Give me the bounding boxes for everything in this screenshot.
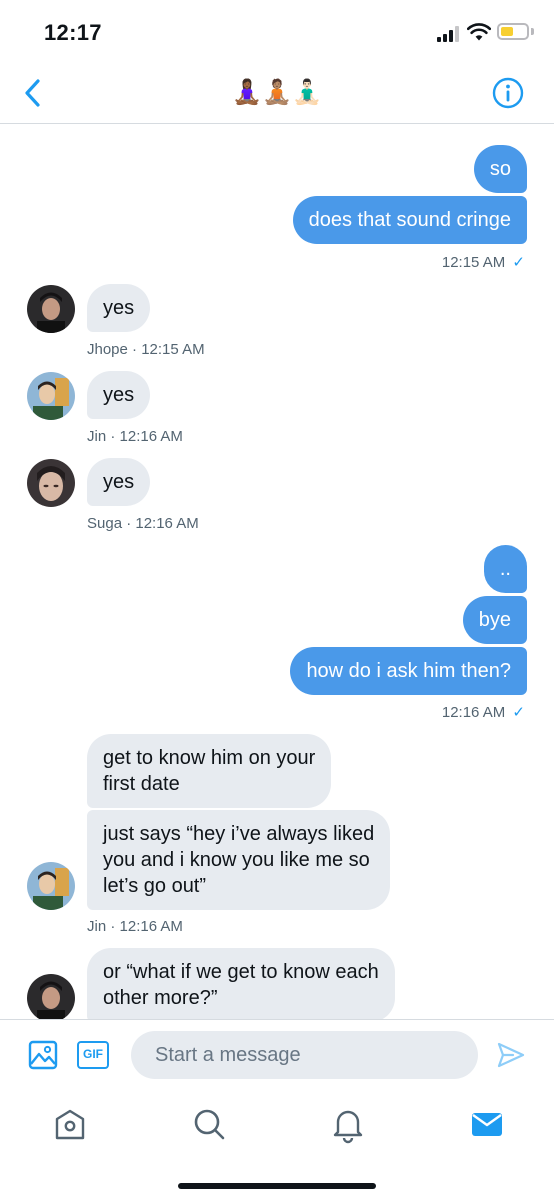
home-icon[interactable] bbox=[50, 1104, 90, 1144]
message-bubble-received[interactable]: just says “hey i’ve always liked you and… bbox=[87, 810, 391, 910]
message-bubble-sent[interactable]: bye bbox=[462, 596, 527, 644]
message-composer: GIF bbox=[0, 1019, 554, 1089]
message-bubble-received[interactable]: get to know him on your first date bbox=[87, 734, 332, 808]
message-bubble-sent[interactable]: so bbox=[473, 145, 527, 193]
gif-button[interactable]: GIF bbox=[77, 1041, 109, 1069]
search-icon[interactable] bbox=[189, 1104, 229, 1144]
message-bubble-received[interactable]: yes bbox=[87, 371, 151, 419]
status-bar: 12:17 bbox=[0, 0, 554, 62]
avatar-suga[interactable] bbox=[27, 459, 75, 507]
avatar-jhope[interactable] bbox=[27, 974, 75, 1019]
message-timestamp: 12:15 AM ✓ bbox=[442, 253, 525, 271]
battery-tip bbox=[531, 28, 534, 35]
send-icon[interactable] bbox=[496, 1040, 526, 1070]
message-bubble-sent[interactable]: does that sound cringe bbox=[292, 196, 527, 244]
info-icon[interactable] bbox=[491, 76, 525, 110]
message-bubble-received[interactable]: yes bbox=[87, 284, 151, 332]
message-bubble-sent[interactable]: how do i ask him then? bbox=[290, 647, 527, 695]
home-indicator[interactable] bbox=[178, 1183, 376, 1189]
message-bubble-received[interactable]: yes bbox=[87, 458, 151, 506]
avatar-jin[interactable] bbox=[27, 862, 75, 910]
conversation-header: 🧘🏾‍♀️🧘🏽🧘🏻‍♂️ bbox=[0, 62, 554, 124]
message-thread: so does that sound cringe 12:15 AM ✓ yes… bbox=[0, 125, 554, 1019]
message-sender-timestamp: Suga · 12:16 AM bbox=[87, 515, 199, 532]
message-bubble-received[interactable]: or “what if we get to know each other mo… bbox=[87, 948, 395, 1019]
read-check-icon: ✓ bbox=[512, 254, 525, 271]
message-input[interactable] bbox=[131, 1031, 478, 1079]
avatar-jhope[interactable] bbox=[27, 285, 75, 333]
read-check-icon: ✓ bbox=[512, 704, 525, 721]
conversation-title[interactable]: 🧘🏾‍♀️🧘🏽🧘🏻‍♂️ bbox=[0, 78, 554, 107]
image-icon[interactable] bbox=[28, 1040, 58, 1070]
timestamp-text: 12:16 AM bbox=[441, 704, 506, 721]
message-sender-timestamp: Jin · 12:16 AM bbox=[87, 918, 183, 935]
battery-icon bbox=[497, 23, 529, 40]
gif-label: GIF bbox=[83, 1047, 103, 1061]
timestamp-text: 12:15 AM bbox=[441, 254, 506, 271]
cellular-signal-icon bbox=[437, 26, 461, 42]
avatar-jin[interactable] bbox=[27, 372, 75, 420]
mail-icon[interactable] bbox=[467, 1104, 507, 1144]
message-timestamp: 12:16 AM ✓ bbox=[442, 703, 525, 721]
bell-icon[interactable] bbox=[328, 1104, 368, 1144]
wifi-icon bbox=[467, 23, 491, 41]
message-bubble-sent[interactable]: .. bbox=[483, 545, 527, 593]
message-sender-timestamp: Jhope · 12:15 AM bbox=[87, 341, 205, 358]
status-time: 12:17 bbox=[44, 20, 102, 45]
message-sender-timestamp: Jin · 12:16 AM bbox=[87, 428, 183, 445]
